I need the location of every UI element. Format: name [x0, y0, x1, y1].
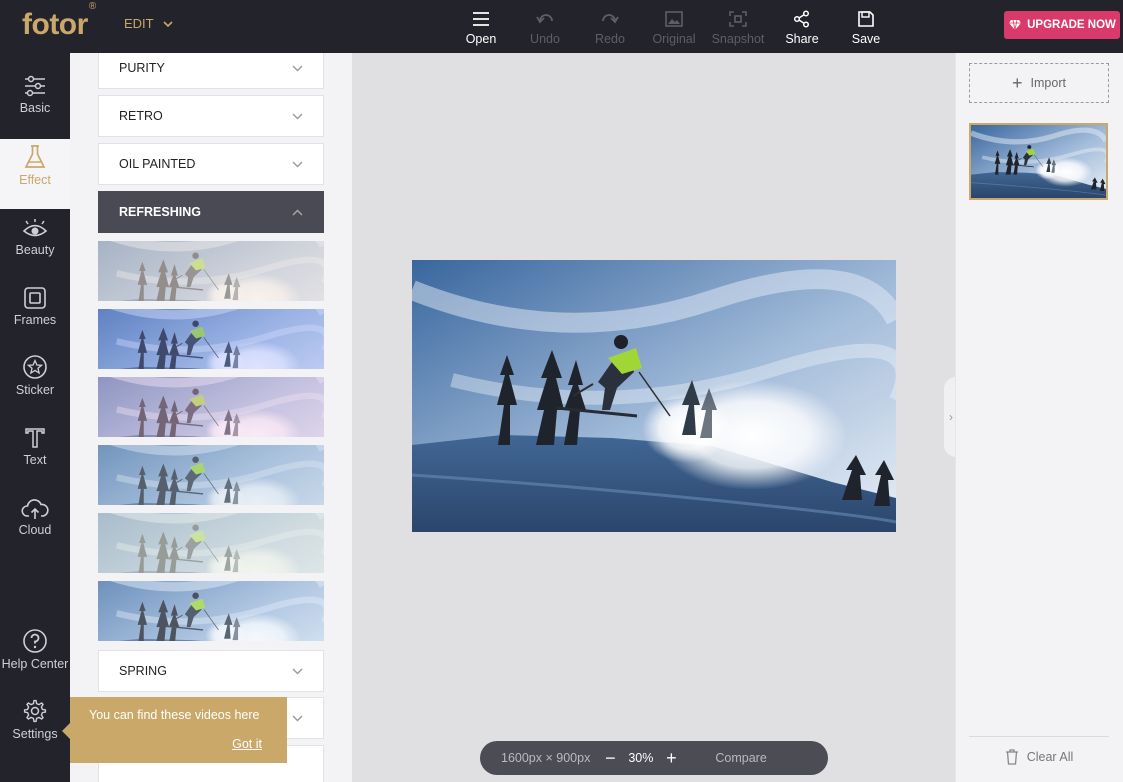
nav-item-effect[interactable]: Effect [0, 139, 70, 209]
nav-item-text[interactable]: Text [0, 419, 70, 489]
category-retro[interactable]: RETRO [98, 95, 324, 137]
chevron-right-icon: › [949, 410, 953, 424]
effect-thumbnail[interactable] [98, 309, 324, 369]
category-spring[interactable]: SPRING [98, 650, 324, 692]
top-toolbar: fotor® EDIT Open Undo Redo Original Snap… [0, 0, 1123, 53]
help-icon [0, 623, 70, 657]
eye-icon [0, 209, 70, 243]
undo-icon [513, 8, 577, 30]
category-purity[interactable]: PURITY [98, 53, 324, 89]
nav-item-basic[interactable]: Basic [0, 67, 70, 137]
category-label: REFRESHING [119, 205, 201, 219]
photo-canvas [352, 53, 955, 782]
image-dimensions: 1600px × 900px [501, 751, 591, 765]
left-navigation: Basic Effect Beauty Frames Sticker Text [0, 53, 70, 782]
cloud-icon [0, 489, 70, 523]
share-icon [770, 8, 834, 30]
original-button[interactable]: Original [642, 8, 706, 46]
diamond-icon [1009, 19, 1022, 31]
star-icon [0, 349, 70, 383]
image-library-panel: + Import Clear All [955, 53, 1123, 782]
help-tooltip: You can find these videos here Got it [62, 697, 287, 763]
sliders-icon [0, 67, 70, 101]
image-icon [642, 8, 706, 30]
redo-button[interactable]: Redo [578, 8, 642, 46]
clear-all-button[interactable]: Clear All [969, 736, 1109, 765]
trash-icon [1005, 749, 1018, 765]
edit-menu-label: EDIT [124, 16, 154, 31]
plus-icon: + [1012, 72, 1023, 93]
fotor-logo[interactable]: fotor® [22, 1, 96, 42]
library-image-thumbnail[interactable] [969, 123, 1108, 200]
chevron-down-icon [292, 161, 303, 167]
compare-button[interactable]: Compare [715, 751, 766, 765]
main-photo[interactable] [412, 260, 896, 532]
zoom-out-button[interactable]: − [600, 748, 620, 769]
snapshot-icon [706, 8, 770, 30]
tooltip-message: You can find these videos here [89, 708, 260, 722]
nav-item-help-center[interactable]: Help Center [0, 623, 70, 693]
nav-item-sticker[interactable]: Sticker [0, 349, 70, 419]
effects-panel: PURITY RETRO OIL PAINTED REFRESHING SPRI… [70, 53, 352, 782]
category-label: RETRO [119, 109, 163, 123]
redo-icon [578, 8, 642, 30]
chevron-up-icon [292, 209, 303, 215]
zoom-in-button[interactable]: + [661, 748, 681, 769]
effect-thumbnail[interactable] [98, 241, 324, 301]
chevron-down-icon [292, 113, 303, 119]
got-it-link[interactable]: Got it [232, 737, 262, 751]
edit-menu-dropdown[interactable]: EDIT [124, 16, 174, 31]
undo-button[interactable]: Undo [513, 8, 577, 46]
zoom-bar: 1600px × 900px − 30% + Compare [480, 741, 828, 775]
category-label: PURITY [119, 61, 165, 75]
text-icon [0, 419, 70, 453]
menu-icon [449, 8, 513, 30]
share-button[interactable]: Share [770, 8, 834, 46]
category-label: OIL PAINTED [119, 157, 196, 171]
effect-thumbnail[interactable] [98, 581, 324, 641]
open-button[interactable]: Open [449, 8, 513, 46]
nav-item-settings[interactable]: Settings [0, 693, 70, 763]
import-button[interactable]: + Import [969, 63, 1109, 103]
save-button[interactable]: Save [834, 8, 898, 46]
nav-item-cloud[interactable]: Cloud [0, 489, 70, 559]
nav-item-beauty[interactable]: Beauty [0, 209, 70, 279]
snapshot-button[interactable]: Snapshot [706, 8, 770, 46]
flask-icon [0, 139, 70, 173]
zoom-level: 30% [628, 751, 654, 765]
effect-thumbnail[interactable] [98, 445, 324, 505]
chevron-down-icon [163, 20, 173, 27]
effect-thumbnail[interactable] [98, 513, 324, 573]
effect-thumbnail[interactable] [98, 377, 324, 437]
chevron-down-icon [292, 715, 303, 721]
chevron-down-icon [292, 65, 303, 71]
nav-item-frames[interactable]: Frames [0, 279, 70, 349]
gear-icon [0, 693, 70, 727]
save-icon [834, 8, 898, 30]
category-label: SPRING [119, 664, 167, 678]
upgrade-now-button[interactable]: UPGRADE NOW [1004, 11, 1120, 39]
chevron-down-icon [292, 668, 303, 674]
category-refreshing[interactable]: REFRESHING [98, 191, 324, 233]
frame-icon [0, 279, 70, 313]
category-oil-painted[interactable]: OIL PAINTED [98, 143, 324, 185]
